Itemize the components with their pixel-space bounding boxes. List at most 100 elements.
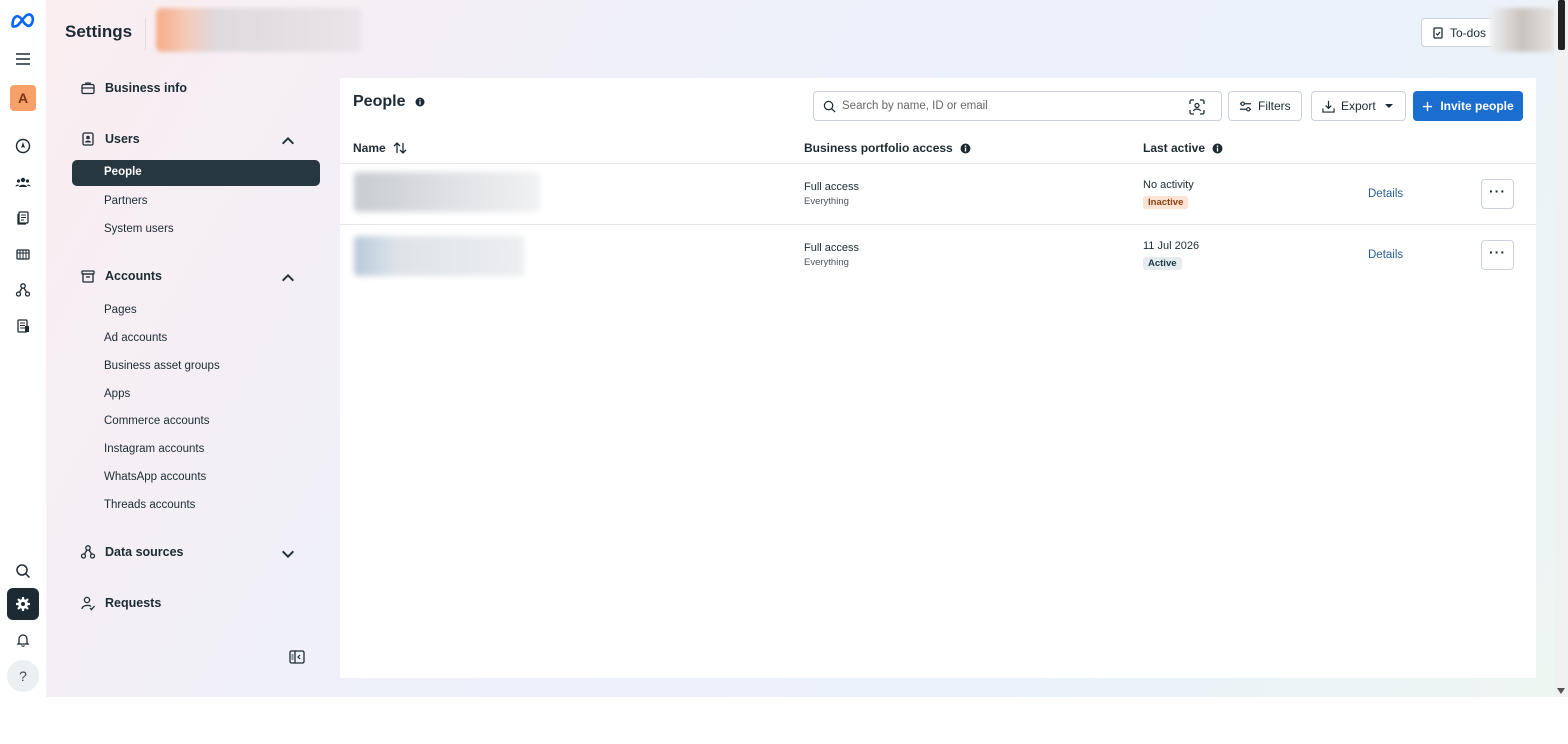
chevron-down-icon — [282, 550, 294, 558]
more-options-button[interactable]: ··· — [1481, 179, 1514, 209]
column-header-name[interactable]: Name — [353, 141, 407, 155]
search-icon — [823, 100, 836, 113]
user-badge-icon — [82, 132, 94, 146]
details-link[interactable]: Details — [1368, 188, 1403, 200]
left-rail: A ? — [0, 0, 46, 697]
documents-icon[interactable] — [7, 202, 39, 234]
nav-item-pages[interactable]: Pages — [104, 304, 137, 316]
column-header-access: Business portfolio access — [804, 141, 971, 155]
plus-icon — [1423, 101, 1433, 111]
business-avatar[interactable]: A — [10, 85, 36, 111]
nav-requests[interactable]: Requests — [80, 595, 312, 611]
search-input[interactable] — [842, 96, 1182, 116]
person-name-redacted[interactable] — [354, 172, 539, 212]
column-access-label: Business portfolio access — [804, 141, 953, 155]
bell-icon[interactable] — [7, 624, 39, 656]
scroll-down-arrow-icon[interactable] — [1557, 688, 1565, 694]
nav-accounts-section[interactable]: Accounts — [80, 268, 312, 284]
nav-business-info[interactable]: Business info — [80, 80, 312, 96]
download-icon — [1322, 100, 1335, 113]
more-dots-icon: ··· — [1489, 244, 1506, 260]
app-root: A ? Settings To-dos Business info Users … — [0, 0, 1568, 744]
archive-box-icon — [81, 270, 95, 283]
filters-button[interactable]: Filters — [1228, 91, 1302, 121]
more-dots-icon: ··· — [1489, 183, 1506, 199]
person-request-icon — [81, 596, 95, 611]
sliders-icon — [1239, 100, 1252, 112]
person-name-redacted[interactable] — [354, 236, 524, 276]
nav-users-label: Users — [105, 132, 140, 146]
last-active-value: 11 Jul 2026 — [1143, 240, 1200, 252]
table-divider — [340, 163, 1536, 164]
table-divider — [340, 224, 1536, 225]
details-link[interactable]: Details — [1368, 249, 1403, 261]
app-shell: A ? Settings To-dos Business info Users … — [0, 0, 1568, 697]
export-button[interactable]: Export — [1311, 91, 1406, 121]
nav-item-ad-accounts[interactable]: Ad accounts — [104, 332, 167, 344]
settings-gear-icon[interactable] — [7, 588, 39, 620]
search-icon[interactable] — [7, 555, 39, 587]
column-last-active-label: Last active — [1143, 141, 1206, 155]
compass-icon[interactable] — [7, 130, 39, 162]
last-active-value: No activity — [1143, 179, 1194, 191]
status-badge: Inactive — [1143, 196, 1189, 209]
profile-avatar[interactable] — [1490, 8, 1554, 52]
todos-label: To-dos — [1450, 25, 1487, 40]
column-name-label: Name — [353, 141, 386, 155]
search-box[interactable] — [813, 91, 1222, 121]
scrollbar[interactable] — [1555, 0, 1568, 697]
briefcase-icon — [81, 82, 95, 95]
business-portfolio-selector[interactable] — [156, 8, 362, 52]
info-icon[interactable] — [1212, 143, 1223, 154]
nav-item-people[interactable]: People — [72, 160, 320, 186]
clipboard-check-icon — [1433, 26, 1443, 39]
nav-data-sources-label: Data sources — [105, 545, 184, 559]
export-label: Export — [1341, 99, 1376, 113]
page-title: Settings — [65, 22, 133, 41]
info-icon[interactable] — [960, 143, 971, 154]
avatar-letter: A — [17, 90, 29, 106]
chevron-up-icon — [282, 274, 294, 282]
caret-down-icon — [1384, 104, 1393, 108]
nav-item-instagram-accounts[interactable]: Instagram accounts — [104, 443, 204, 455]
nav-item-threads-accounts[interactable]: Threads accounts — [104, 499, 195, 511]
face-scan-icon[interactable] — [1189, 99, 1205, 115]
nav-item-commerce-accounts[interactable]: Commerce accounts — [104, 415, 209, 427]
help-question-icon: ? — [19, 668, 27, 684]
more-options-button[interactable]: ··· — [1481, 240, 1514, 270]
nav-requests-label: Requests — [105, 596, 162, 610]
nav-item-system-users[interactable]: System users — [104, 223, 174, 235]
nav-item-whatsapp-accounts[interactable]: WhatsApp accounts — [104, 471, 206, 483]
access-scope: Everything — [804, 196, 849, 207]
nav-item-partners[interactable]: Partners — [104, 195, 147, 207]
chevron-up-icon — [282, 137, 294, 145]
billing-icon[interactable] — [7, 310, 39, 342]
nav-business-info-label: Business info — [105, 81, 187, 95]
people-group-icon[interactable] — [7, 166, 39, 198]
nav-item-apps[interactable]: Apps — [104, 388, 130, 400]
scrollbar-thumb[interactable] — [1558, 0, 1565, 50]
nav-item-people-label: People — [104, 166, 142, 178]
nav-item-business-asset-groups[interactable]: Business asset groups — [104, 360, 220, 372]
access-level: Full access — [804, 242, 860, 254]
menu-icon[interactable] — [7, 43, 39, 75]
invite-people-label: Invite people — [1440, 99, 1514, 113]
todos-button[interactable]: To-dos — [1421, 18, 1501, 47]
help-button[interactable]: ? — [7, 660, 39, 692]
status-badge: Active — [1143, 257, 1182, 270]
invite-people-button[interactable]: Invite people — [1413, 91, 1523, 121]
access-level: Full access — [804, 181, 860, 193]
sort-icon — [393, 142, 407, 154]
collapse-sidebar-icon[interactable] — [289, 650, 305, 664]
nav-data-sources-section[interactable]: Data sources — [80, 544, 312, 560]
meta-logo-icon[interactable] — [7, 4, 39, 36]
data-sources-icon — [80, 545, 96, 559]
info-icon[interactable] — [415, 97, 425, 107]
nav-accounts-label: Accounts — [105, 269, 162, 283]
nav-users-section[interactable]: Users — [80, 131, 312, 147]
people-panel: People Filters Export Invite people — [340, 78, 1536, 678]
filters-label: Filters — [1258, 99, 1291, 113]
commerce-icon[interactable] — [7, 238, 39, 270]
data-sources-icon[interactable] — [7, 274, 39, 306]
column-header-last-active: Last active — [1143, 141, 1223, 155]
